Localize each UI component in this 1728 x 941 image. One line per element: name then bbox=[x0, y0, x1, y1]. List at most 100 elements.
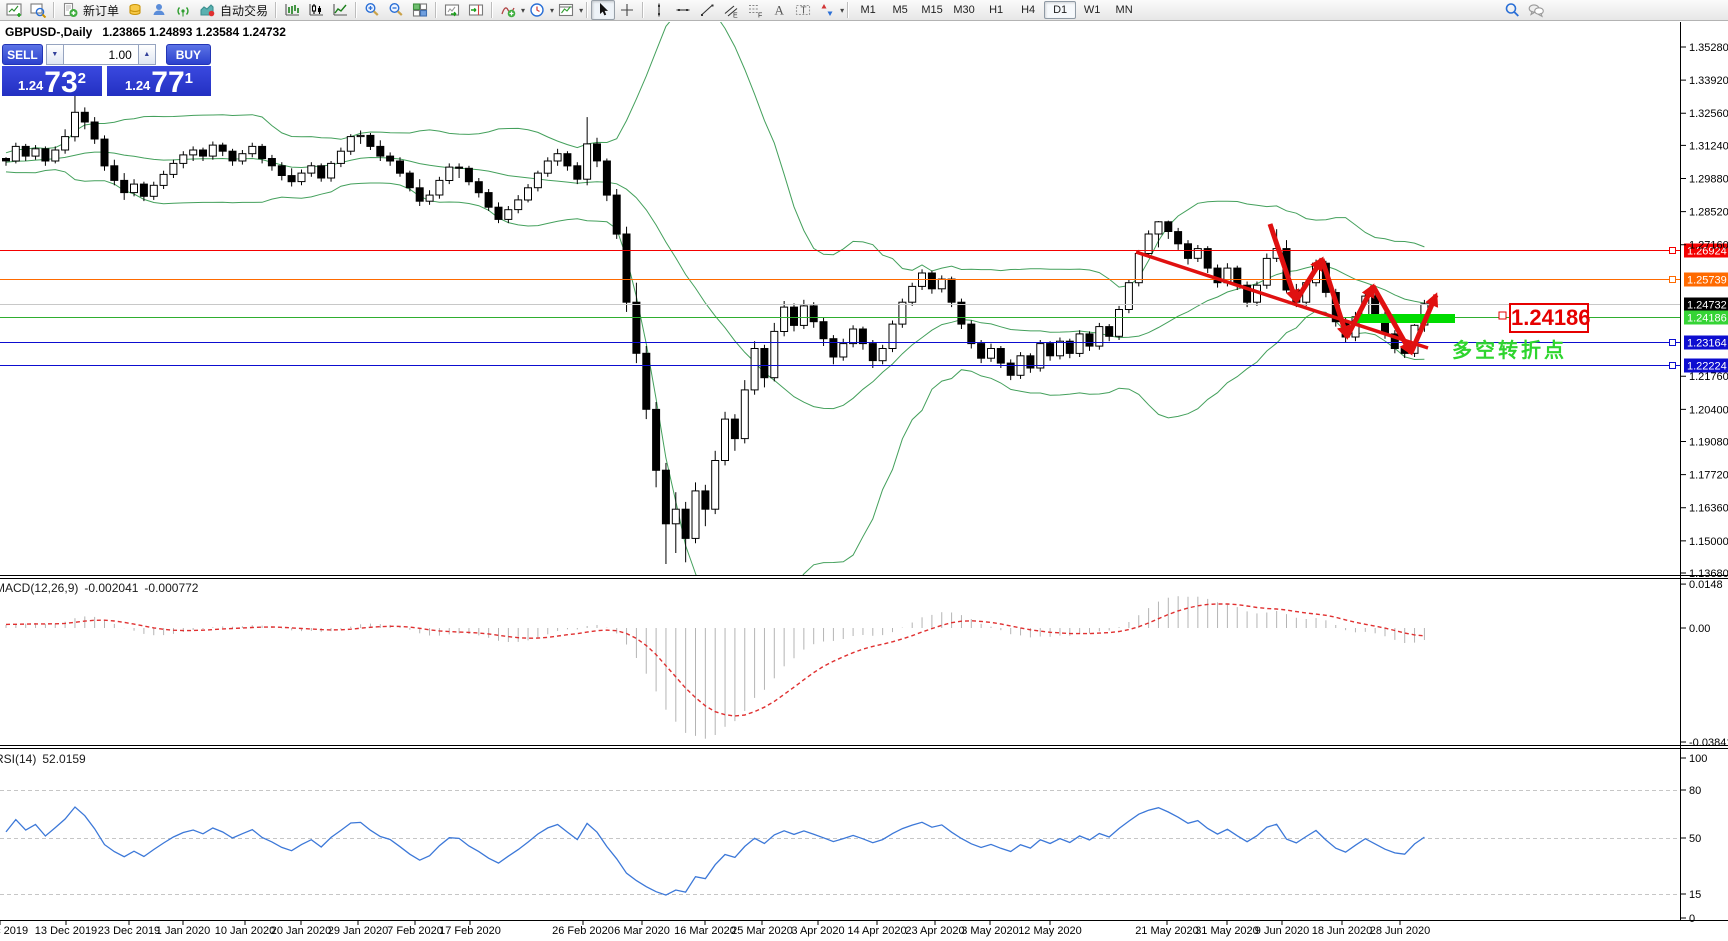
candle bbox=[790, 306, 798, 326]
candle bbox=[612, 194, 621, 235]
price-axis-label: 1.29880 bbox=[1689, 174, 1728, 186]
sell-button[interactable]: SELL bbox=[2, 44, 43, 65]
volume-decrease-button[interactable]: ▼ bbox=[45, 44, 64, 65]
macd-axis-label: 0.0148 bbox=[1689, 579, 1723, 591]
sell-price-prefix: 1.24 bbox=[17, 78, 44, 93]
mt4-window: 新订单 自动交易 ▾ ▾ ▾ E F A T ▾ M1 M5 M15 M30 H1 H4 D1 W1 MN GBPU… bbox=[0, 0, 1728, 941]
date-axis-label: 12 May 2020 bbox=[1018, 925, 1082, 937]
chart-title: GBPUSD-,Daily 1.23865 1.24893 1.23584 1.2… bbox=[5, 25, 286, 39]
candle bbox=[730, 418, 739, 440]
candle bbox=[760, 348, 769, 379]
rsi-line bbox=[5, 806, 1425, 896]
price-axis-label: 1.15000 bbox=[1689, 536, 1728, 548]
candle bbox=[1115, 309, 1123, 337]
candle bbox=[356, 134, 365, 138]
candle bbox=[1065, 340, 1074, 354]
price-annotation-box[interactable]: 1.24186 bbox=[1509, 303, 1591, 333]
buy-button[interactable]: BUY bbox=[165, 44, 211, 65]
candle bbox=[267, 158, 276, 167]
date-axis-label: 23 Apr 2020 bbox=[905, 925, 964, 937]
rsi-axis-label: 0 bbox=[1689, 913, 1695, 925]
candle bbox=[1174, 231, 1183, 245]
candle bbox=[543, 160, 552, 174]
candle bbox=[524, 187, 532, 201]
candle bbox=[228, 150, 237, 162]
candle bbox=[297, 172, 306, 183]
candle bbox=[21, 145, 30, 157]
candle bbox=[494, 206, 503, 220]
volume-input[interactable] bbox=[63, 44, 138, 65]
candle bbox=[937, 278, 946, 290]
date-axis-label: 7 Feb 2020 bbox=[387, 925, 443, 937]
volume-stepper: ▼ ▲ bbox=[45, 44, 156, 65]
candle bbox=[632, 301, 641, 354]
candle bbox=[829, 338, 838, 358]
candle bbox=[770, 330, 779, 379]
macd-axis-label: -0.038415 bbox=[1689, 737, 1728, 749]
date-axis-label: 9 Jun 2020 bbox=[1255, 925, 1309, 937]
candle bbox=[346, 136, 355, 152]
price-axis-label: 1.16360 bbox=[1689, 503, 1728, 515]
date-axis-label: 14 Apr 2020 bbox=[847, 925, 906, 937]
candle bbox=[1075, 333, 1084, 354]
candle bbox=[61, 136, 70, 151]
volume-increase-button[interactable]: ▲ bbox=[137, 44, 156, 65]
candle bbox=[149, 184, 158, 197]
sell-price-display[interactable]: 1.24 73 2 bbox=[2, 66, 102, 96]
candle bbox=[396, 160, 404, 174]
price-tag-text: 1.25739 bbox=[1687, 275, 1727, 287]
turning-point-text[interactable]: 多空转折点 bbox=[1452, 334, 1567, 363]
date-axis-label: 18 Jun 2020 bbox=[1312, 925, 1373, 937]
buy-price-display[interactable]: 1.24 77 1 bbox=[107, 66, 211, 96]
candle bbox=[139, 183, 148, 197]
chart-canvas[interactable]: 1.269241.257391.247321.241861.231641.222… bbox=[0, 0, 1728, 941]
price-axis-label: 1.21760 bbox=[1689, 371, 1728, 383]
candle bbox=[514, 199, 523, 211]
candle bbox=[189, 149, 198, 156]
candle bbox=[130, 183, 138, 194]
candle bbox=[957, 301, 966, 325]
candle bbox=[750, 348, 759, 391]
candle bbox=[1154, 221, 1163, 235]
candle bbox=[839, 343, 848, 358]
rsi-axis-label: 15 bbox=[1689, 889, 1701, 901]
hline-anchor bbox=[1669, 247, 1676, 254]
candle bbox=[947, 278, 956, 303]
price-axis[interactable]: 1.35280 1.33920 1.32560 1.31240 1.29880 1.285… bbox=[1680, 42, 1728, 925]
hline-anchor bbox=[1669, 362, 1676, 369]
candle bbox=[474, 181, 483, 194]
candle bbox=[1233, 267, 1242, 286]
rsi-axis-label: 100 bbox=[1689, 753, 1707, 765]
candle bbox=[642, 352, 651, 410]
candle bbox=[898, 301, 907, 325]
candle bbox=[977, 343, 986, 359]
price-tag-text: 1.24732 bbox=[1687, 300, 1727, 312]
chart-symbol-period: GBPUSD-,Daily bbox=[5, 25, 93, 39]
candle bbox=[819, 321, 828, 340]
candle bbox=[563, 153, 572, 167]
price-tag-text: 1.24186 bbox=[1687, 313, 1727, 325]
macd-axis-label: 0.00 bbox=[1689, 623, 1710, 635]
candle bbox=[701, 490, 710, 510]
candle bbox=[1124, 282, 1133, 311]
date-axis-label: 3 Apr 2020 bbox=[791, 925, 844, 937]
sell-price-pipette: 2 bbox=[77, 70, 87, 87]
candle bbox=[553, 153, 562, 162]
candle bbox=[80, 111, 89, 123]
rsi-value: 52.0159 bbox=[42, 752, 86, 766]
one-click-trading-panel: SELL ▼ ▲ BUY 1.24 73 2 1.24 77 1 bbox=[2, 44, 211, 96]
candle bbox=[415, 187, 424, 202]
candle bbox=[691, 490, 700, 539]
candle bbox=[287, 175, 296, 183]
date-axis-label: 23 Dec 2019 bbox=[98, 925, 160, 937]
price-axis-label: 1.17720 bbox=[1689, 470, 1728, 482]
candle bbox=[504, 209, 513, 220]
candle bbox=[652, 408, 661, 471]
candle bbox=[31, 148, 40, 157]
candle bbox=[336, 150, 345, 164]
date-axis[interactable]: 4 Dec 2019 13 Dec 201923 Dec 20191 Jan 20… bbox=[0, 920, 1430, 938]
candle bbox=[90, 121, 99, 140]
candle bbox=[71, 111, 79, 138]
candle bbox=[908, 285, 917, 303]
candle bbox=[1056, 340, 1064, 357]
